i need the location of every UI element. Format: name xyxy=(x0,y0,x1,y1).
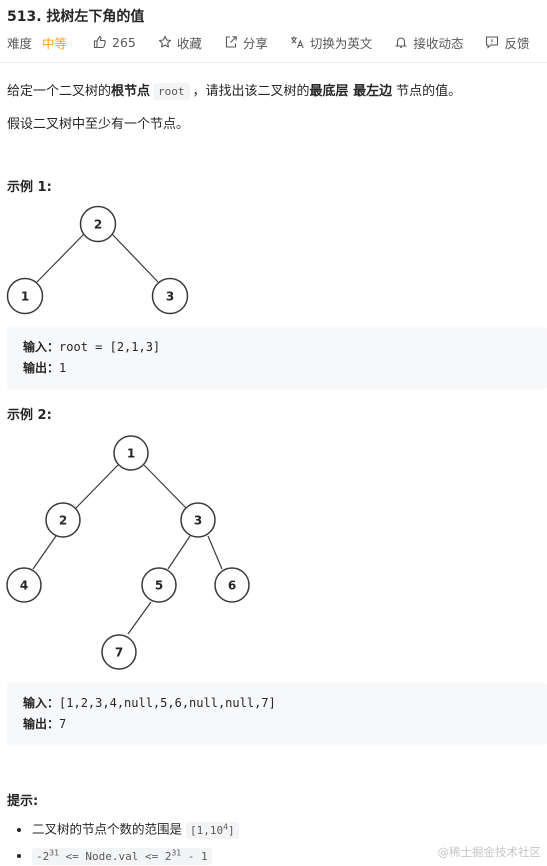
inline-code-root: root xyxy=(153,83,190,100)
example-1-io-block: 输入：root = [2,1,3] 输出：1 xyxy=(7,327,547,389)
switch-language-label: 切换为英文 xyxy=(309,35,373,51)
tree-edge xyxy=(207,535,223,570)
share-icon xyxy=(225,36,237,48)
hints-list: 二叉树的节点个数的范围是 [1,104] -231 <= Node.val <=… xyxy=(32,818,239,866)
tree-node-label: 6 xyxy=(228,579,236,593)
tree-node-label: 2 xyxy=(59,514,67,528)
notify-label: 接收动态 xyxy=(413,35,464,51)
hint-code-part: <= Node.val <= 2 xyxy=(58,850,172,864)
share-label: 分享 xyxy=(242,35,268,51)
example-1-tree-diagram: 2 1 3 xyxy=(6,205,189,315)
hint-text: 二叉树的节点个数的范围是 xyxy=(32,821,183,837)
tree-node-label: 3 xyxy=(194,514,202,528)
translate-icon xyxy=(290,36,304,49)
example-1-title: 示例 1: xyxy=(7,180,52,195)
example-2-io-block: 输入：[1,2,3,4,null,5,6,null,null,7] 输出：7 xyxy=(7,683,547,745)
notify-button[interactable]: 接收动态 xyxy=(394,33,463,52)
switch-language-button[interactable]: 切换为英文 xyxy=(290,33,373,52)
example-1-input-line: 输入：root = [2,1,3] xyxy=(23,337,531,358)
feedback-button[interactable]: 反馈 xyxy=(485,33,529,52)
feedback-label: 反馈 xyxy=(504,35,530,51)
tree-edge xyxy=(143,464,187,509)
input-label: 输入： xyxy=(23,696,60,710)
output-value: 1 xyxy=(59,361,67,375)
example-2-output-line: 输出：7 xyxy=(23,714,531,735)
description-paragraph-2: 假设二叉树中至少有一个节点。 xyxy=(7,117,190,132)
tree-edge xyxy=(167,535,191,570)
example-2-title: 示例 2: xyxy=(7,408,52,423)
difficulty-label: 难度 xyxy=(7,35,33,51)
tree-node-label: 1 xyxy=(21,290,29,304)
problem-toolbar: 难度 中等 265 收藏 分享 切换为英文 接收动态 反馈 xyxy=(7,33,547,51)
tree-node-label: 5 xyxy=(155,579,163,593)
example-2-input-line: 输入：[1,2,3,4,null,5,6,null,null,7] xyxy=(23,693,531,714)
input-value: [1,2,3,4,null,5,6,null,null,7] xyxy=(59,696,276,710)
tree-edge xyxy=(32,535,57,570)
problem-title: 513. 找树左下角的值 xyxy=(7,9,145,25)
description-text: ，请找出该二叉树的 xyxy=(192,84,310,99)
hint-code-exponent: 31 xyxy=(49,848,59,858)
description-bold-root-node: 根节点 xyxy=(111,84,151,99)
hint-item-node-val: -231 <= Node.val <= 231 - 1 xyxy=(32,845,239,866)
hint-item-node-count: 二叉树的节点个数的范围是 [1,104] xyxy=(32,818,239,840)
share-button[interactable]: 分享 xyxy=(224,33,268,52)
favorite-button[interactable]: 收藏 xyxy=(158,33,202,52)
watermark: @稀土掘金技术社区 xyxy=(437,845,542,859)
input-label: 输入： xyxy=(23,340,60,354)
tree-node-label: 7 xyxy=(115,646,123,660)
star-icon xyxy=(158,35,171,48)
output-value: 7 xyxy=(59,717,67,731)
output-label: 输出： xyxy=(23,717,60,731)
favorite-label: 收藏 xyxy=(176,35,202,51)
tree-node-label: 4 xyxy=(20,579,28,593)
hint-code-range: [1,104] xyxy=(186,821,239,839)
tree-edge xyxy=(36,233,85,283)
tree-node-label: 3 xyxy=(166,290,174,304)
thumbs-up-icon xyxy=(93,35,106,49)
hint-code-exponent: 31 xyxy=(171,848,182,858)
input-value: root = [2,1,3] xyxy=(59,340,161,354)
tree-edge xyxy=(75,464,119,509)
bell-icon xyxy=(395,37,408,48)
description-paragraph-1: 给定一个二叉树的根节点 root ，请找出该二叉树的最底层 最左边 节点的值。 xyxy=(7,80,462,100)
hint-code-val-range: -231 <= Node.val <= 231 - 1 xyxy=(32,848,212,866)
difficulty-badge: 中等 xyxy=(42,35,68,51)
tree-node-label: 1 xyxy=(127,447,135,461)
like-count: 265 xyxy=(112,34,136,50)
hint-code-part: [1,10 xyxy=(190,823,224,837)
description-text: 节点的值。 xyxy=(396,84,462,99)
description-bold-bottom-left: 最底层 最左边 xyxy=(309,84,393,99)
output-label: 输出： xyxy=(23,361,60,375)
hints-title: 提示: xyxy=(7,794,39,809)
example-1-output-line: 输出：1 xyxy=(23,358,531,379)
tree-node-label: 2 xyxy=(94,218,102,232)
tree-edge xyxy=(111,233,159,283)
hint-code-part: - 1 xyxy=(181,850,208,864)
feedback-icon xyxy=(486,36,499,49)
hint-code-part: ] xyxy=(227,823,235,837)
hint-code-part: -2 xyxy=(36,850,50,864)
like-button[interactable]: 265 xyxy=(93,35,136,50)
description-text: 给定一个二叉树的 xyxy=(7,84,112,99)
example-2-tree-diagram: 1 2 3 4 5 6 7 xyxy=(6,435,250,670)
header-divider xyxy=(0,62,547,63)
tree-edge xyxy=(127,601,152,635)
